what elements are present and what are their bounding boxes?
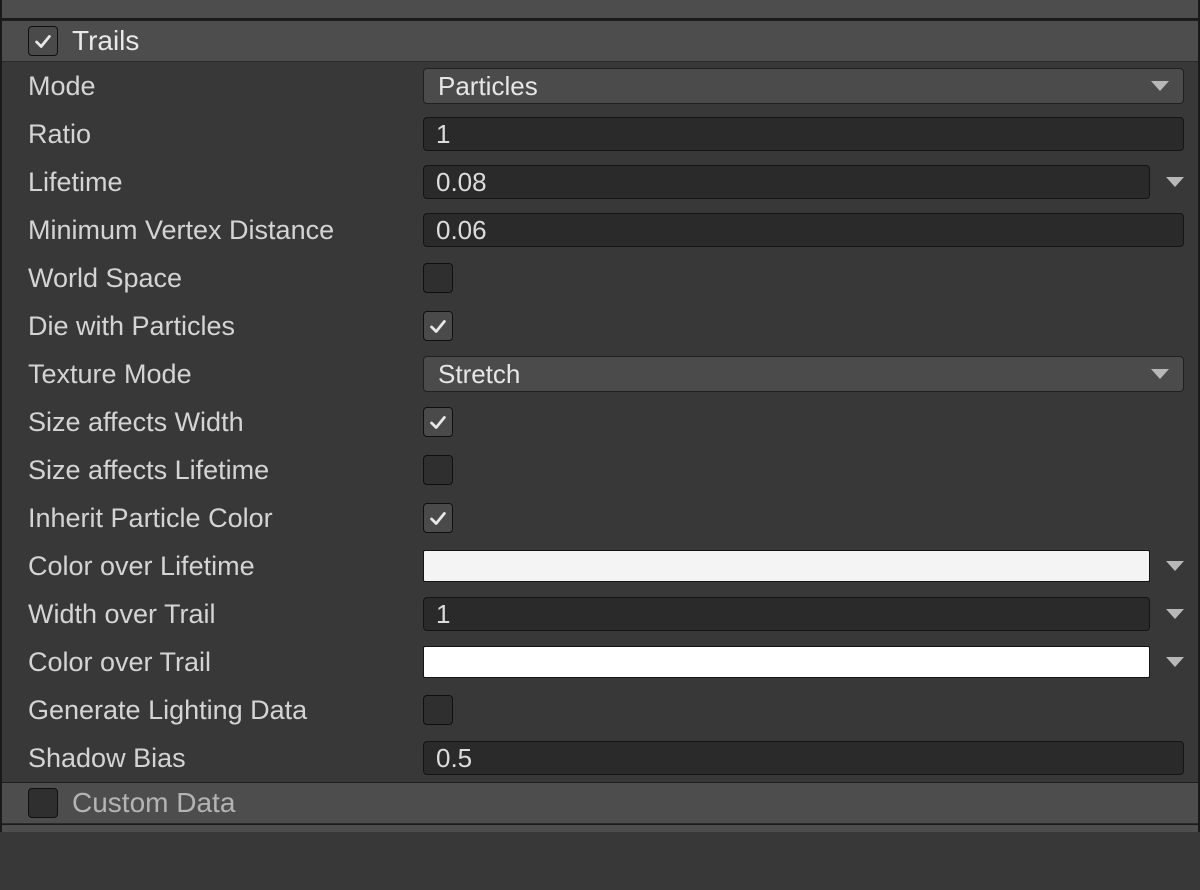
world-space-checkbox[interactable] bbox=[423, 263, 453, 293]
next-module-stub bbox=[2, 824, 1198, 832]
color-over-lifetime-swatch[interactable] bbox=[423, 550, 1150, 582]
color-over-trail-options-icon[interactable] bbox=[1166, 657, 1184, 667]
color-over-trail-swatch[interactable] bbox=[423, 646, 1150, 678]
trails-module-body: Mode Particles Ratio 1 Lifetime 0.08 bbox=[2, 62, 1198, 782]
generate-lighting-data-row: Generate Lighting Data bbox=[2, 686, 1198, 734]
checkmark-icon bbox=[427, 507, 449, 529]
min-vertex-distance-row: Minimum Vertex Distance 0.06 bbox=[2, 206, 1198, 254]
custom-data-module-title: Custom Data bbox=[72, 787, 235, 819]
trails-module-header[interactable]: Trails bbox=[2, 20, 1198, 62]
width-over-trail-options-icon[interactable] bbox=[1166, 609, 1184, 619]
die-with-particles-row: Die with Particles bbox=[2, 302, 1198, 350]
ratio-value: 1 bbox=[436, 119, 450, 150]
chevron-down-icon bbox=[1151, 369, 1169, 379]
checkmark-icon bbox=[32, 30, 54, 52]
width-over-trail-value: 1 bbox=[436, 599, 450, 630]
texture-mode-row: Texture Mode Stretch bbox=[2, 350, 1198, 398]
chevron-down-icon bbox=[1151, 81, 1169, 91]
texture-mode-dropdown[interactable]: Stretch bbox=[423, 356, 1184, 392]
lifetime-row: Lifetime 0.08 bbox=[2, 158, 1198, 206]
min-vertex-distance-label: Minimum Vertex Distance bbox=[28, 215, 423, 246]
shadow-bias-row: Shadow Bias 0.5 bbox=[2, 734, 1198, 782]
color-over-trail-label: Color over Trail bbox=[28, 647, 423, 678]
size-affects-lifetime-label: Size affects Lifetime bbox=[28, 455, 423, 486]
min-vertex-distance-value: 0.06 bbox=[436, 215, 487, 246]
color-over-lifetime-row: Color over Lifetime bbox=[2, 542, 1198, 590]
width-over-trail-input[interactable]: 1 bbox=[423, 597, 1150, 631]
generate-lighting-data-checkbox[interactable] bbox=[423, 695, 453, 725]
size-affects-width-row: Size affects Width bbox=[2, 398, 1198, 446]
ratio-label: Ratio bbox=[28, 119, 423, 150]
width-over-trail-label: Width over Trail bbox=[28, 599, 423, 630]
lifetime-input[interactable]: 0.08 bbox=[423, 165, 1150, 199]
checkmark-icon bbox=[427, 315, 449, 337]
mode-label: Mode bbox=[28, 71, 423, 102]
lifetime-value: 0.08 bbox=[436, 167, 487, 198]
custom-data-module-header[interactable]: Custom Data bbox=[2, 782, 1198, 824]
die-with-particles-label: Die with Particles bbox=[28, 311, 423, 342]
shadow-bias-label: Shadow Bias bbox=[28, 743, 423, 774]
ratio-row: Ratio 1 bbox=[2, 110, 1198, 158]
size-affects-width-label: Size affects Width bbox=[28, 407, 423, 438]
checkmark-icon bbox=[427, 411, 449, 433]
texture-mode-value: Stretch bbox=[438, 359, 520, 390]
previous-module-stub bbox=[2, 0, 1198, 20]
color-over-lifetime-options-icon[interactable] bbox=[1166, 561, 1184, 571]
inherit-particle-color-label: Inherit Particle Color bbox=[28, 503, 423, 534]
die-with-particles-checkbox[interactable] bbox=[423, 311, 453, 341]
inherit-particle-color-checkbox[interactable] bbox=[423, 503, 453, 533]
shadow-bias-value: 0.5 bbox=[436, 743, 472, 774]
mode-dropdown[interactable]: Particles bbox=[423, 68, 1184, 104]
trails-enable-checkbox[interactable] bbox=[28, 26, 58, 56]
custom-data-enable-checkbox[interactable] bbox=[28, 788, 58, 818]
inherit-particle-color-row: Inherit Particle Color bbox=[2, 494, 1198, 542]
texture-mode-label: Texture Mode bbox=[28, 359, 423, 390]
size-affects-lifetime-checkbox[interactable] bbox=[423, 455, 453, 485]
ratio-input[interactable]: 1 bbox=[423, 117, 1184, 151]
color-over-trail-row: Color over Trail bbox=[2, 638, 1198, 686]
mode-row: Mode Particles bbox=[2, 62, 1198, 110]
lifetime-options-icon[interactable] bbox=[1166, 177, 1184, 187]
size-affects-lifetime-row: Size affects Lifetime bbox=[2, 446, 1198, 494]
world-space-row: World Space bbox=[2, 254, 1198, 302]
world-space-label: World Space bbox=[28, 263, 423, 294]
size-affects-width-checkbox[interactable] bbox=[423, 407, 453, 437]
generate-lighting-data-label: Generate Lighting Data bbox=[28, 695, 423, 726]
min-vertex-distance-input[interactable]: 0.06 bbox=[423, 213, 1184, 247]
color-over-lifetime-label: Color over Lifetime bbox=[28, 551, 423, 582]
mode-value: Particles bbox=[438, 71, 538, 102]
shadow-bias-input[interactable]: 0.5 bbox=[423, 741, 1184, 775]
lifetime-label: Lifetime bbox=[28, 167, 423, 198]
width-over-trail-row: Width over Trail 1 bbox=[2, 590, 1198, 638]
trails-module-title: Trails bbox=[72, 25, 139, 57]
